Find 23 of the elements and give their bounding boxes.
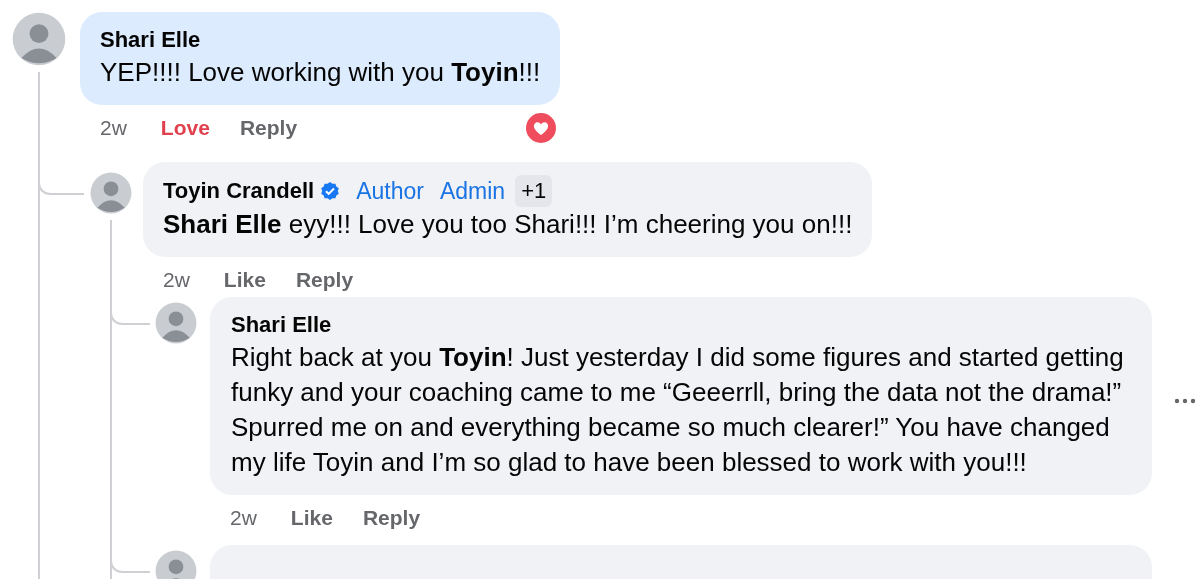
comment-text: Shari Elle eyy!!! Love you too Shari!!! I’m cheering you on!!! bbox=[163, 208, 853, 241]
reaction-link[interactable]: Like bbox=[223, 268, 266, 292]
avatar[interactable] bbox=[155, 302, 197, 344]
role-label: Author bbox=[356, 177, 424, 205]
more-roles-chip[interactable]: +1 bbox=[515, 175, 553, 207]
reply-link[interactable]: Reply bbox=[362, 506, 421, 530]
avatar[interactable] bbox=[90, 172, 132, 214]
author-name[interactable]: Shari Elle bbox=[231, 312, 332, 338]
author-name[interactable]: Toyin Crandell bbox=[163, 178, 315, 204]
reaction-link[interactable]: Like bbox=[290, 506, 333, 530]
role-label: Admin bbox=[439, 177, 506, 205]
author-name[interactable]: Shari Elle bbox=[100, 27, 201, 53]
heart-reaction-icon[interactable] bbox=[526, 113, 557, 143]
timestamp[interactable]: 2w bbox=[163, 268, 190, 292]
avatar[interactable] bbox=[12, 12, 66, 66]
reaction-link[interactable]: Love bbox=[160, 116, 210, 140]
comment-text: YEP!!!! Love working with you Toyin!!! bbox=[100, 56, 541, 89]
timestamp[interactable]: 2w bbox=[100, 116, 127, 140]
reply-link[interactable]: Reply bbox=[239, 116, 298, 140]
comment-text: Right back at you Toyin! Just yesterday I did some figures and started getting funky and your coaching came to me “Geeerrll, bring the data not the drama!” Spurred me on and everything became so much clearer!” You have changed my life Toyin and I’m so glad to have been blessed to work with you!!! bbox=[231, 341, 1125, 479]
more-options-icon[interactable] bbox=[1174, 398, 1196, 404]
timestamp[interactable]: 2w bbox=[230, 506, 257, 530]
reply-link[interactable]: Reply bbox=[295, 268, 354, 292]
